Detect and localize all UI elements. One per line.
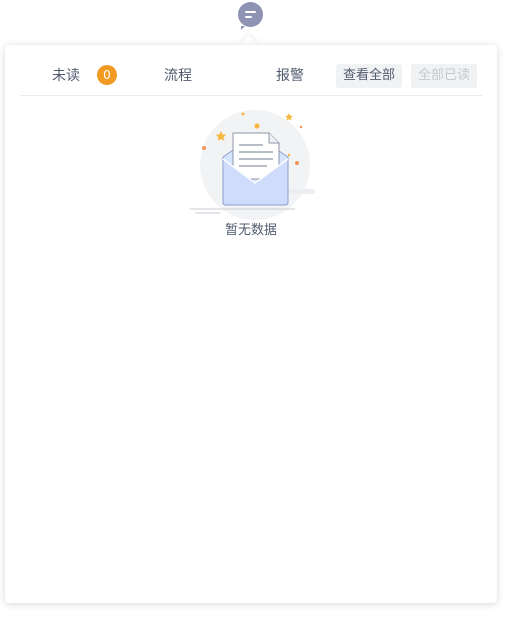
message-tail <box>241 26 245 30</box>
tab-alarm[interactable]: 报警 <box>276 67 304 85</box>
empty-text: 暂无数据 <box>224 223 277 238</box>
tab-unread[interactable]: 未读 <box>52 67 80 85</box>
message-trigger-icon[interactable] <box>238 2 263 30</box>
message-line <box>245 11 256 13</box>
notification-popover: 未读 0 流程 报警 查看全部 全部已读 暂无数据 <box>5 45 497 603</box>
tab-bar: 未读 0 流程 报警 查看全部 全部已读 <box>20 55 482 96</box>
message-line <box>245 16 252 18</box>
mark-all-read-button[interactable]: 全部已读 <box>411 64 478 88</box>
view-all-button[interactable]: 查看全部 <box>336 64 403 88</box>
unread-count-badge: 0 <box>97 65 117 85</box>
tab-process[interactable]: 流程 <box>164 67 192 85</box>
